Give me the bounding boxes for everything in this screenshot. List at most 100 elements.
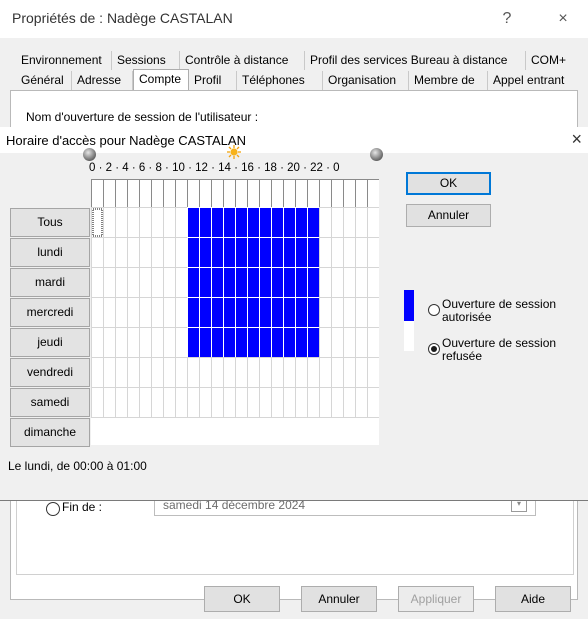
dialog-close-button[interactable]: ×	[571, 129, 582, 150]
hour-cell-vendredi-10[interactable]	[211, 327, 224, 358]
hour-cell-vendredi-20[interactable]	[331, 327, 344, 358]
hour-cell-jeudi-9[interactable]	[199, 297, 212, 328]
hour-cell-mardi-0[interactable]	[91, 237, 104, 268]
tab-adresse[interactable]: Adresse	[72, 71, 133, 90]
hour-cell-lundi-1[interactable]	[103, 207, 116, 238]
hour-header-5[interactable]	[151, 179, 164, 208]
hour-cell-dimanche-21[interactable]	[343, 387, 356, 418]
hour-cell-mercredi-7[interactable]	[175, 267, 188, 298]
hour-header-0[interactable]	[91, 179, 104, 208]
hour-cell-lundi-8[interactable]	[187, 207, 200, 238]
hour-cell-samedi-10[interactable]	[211, 357, 224, 388]
hour-cell-jeudi-14[interactable]	[259, 297, 272, 328]
close-window-button[interactable]: ×	[548, 6, 578, 32]
tab-com-plus[interactable]: COM+	[526, 51, 576, 70]
hour-cell-mercredi-19[interactable]	[319, 267, 332, 298]
day-button-lundi[interactable]: lundi	[10, 238, 90, 267]
hour-cell-dimanche-15[interactable]	[271, 387, 284, 418]
hour-cell-vendredi-1[interactable]	[103, 327, 116, 358]
hour-cell-dimanche-12[interactable]	[235, 387, 248, 418]
hour-cell-samedi-18[interactable]	[307, 357, 320, 388]
dialog-cancel-button[interactable]: Annuler	[406, 204, 491, 227]
hour-cell-dimanche-9[interactable]	[199, 387, 212, 418]
hour-cell-jeudi-5[interactable]	[151, 297, 164, 328]
hour-cell-mardi-9[interactable]	[199, 237, 212, 268]
hour-cell-mardi-22[interactable]	[355, 237, 368, 268]
hour-cell-samedi-11[interactable]	[223, 357, 236, 388]
hour-header-13[interactable]	[247, 179, 260, 208]
permitted-radio[interactable]	[428, 304, 440, 316]
ok-button[interactable]: OK	[204, 586, 280, 612]
tab-profil-services-bureau[interactable]: Profil des services Bureau à distance	[305, 51, 526, 70]
hour-header-23[interactable]	[367, 179, 380, 208]
day-button-samedi[interactable]: samedi	[10, 388, 90, 417]
denied-radio[interactable]	[428, 343, 440, 355]
hour-cell-lundi-10[interactable]	[211, 207, 224, 238]
hour-cell-vendredi-15[interactable]	[271, 327, 284, 358]
hour-cell-mercredi-14[interactable]	[259, 267, 272, 298]
hour-cell-mercredi-22[interactable]	[355, 267, 368, 298]
hour-cell-vendredi-2[interactable]	[115, 327, 128, 358]
hour-cell-jeudi-6[interactable]	[163, 297, 176, 328]
hour-cell-jeudi-7[interactable]	[175, 297, 188, 328]
hour-cell-samedi-4[interactable]	[139, 357, 152, 388]
hour-cell-jeudi-0[interactable]	[91, 297, 104, 328]
hour-header-6[interactable]	[163, 179, 176, 208]
hour-cell-vendredi-17[interactable]	[295, 327, 308, 358]
hour-cell-vendredi-14[interactable]	[259, 327, 272, 358]
hour-cell-lundi-14[interactable]	[259, 207, 272, 238]
hour-cell-vendredi-0[interactable]	[91, 327, 104, 358]
dialog-ok-button[interactable]: OK	[406, 172, 491, 195]
tab-appel-entrant[interactable]: Appel entrant	[488, 71, 576, 90]
hour-header-22[interactable]	[355, 179, 368, 208]
hour-header-9[interactable]	[199, 179, 212, 208]
tab-compte[interactable]: Compte	[133, 69, 189, 91]
hour-cell-lundi-2[interactable]	[115, 207, 128, 238]
hour-cell-mercredi-0[interactable]	[91, 267, 104, 298]
hour-cell-mardi-8[interactable]	[187, 237, 200, 268]
hour-cell-samedi-1[interactable]	[103, 357, 116, 388]
hour-cell-dimanche-17[interactable]	[295, 387, 308, 418]
hour-cell-vendredi-22[interactable]	[355, 327, 368, 358]
day-button-mardi[interactable]: mardi	[10, 268, 90, 297]
hour-cell-samedi-9[interactable]	[199, 357, 212, 388]
hour-cell-mercredi-8[interactable]	[187, 267, 200, 298]
hour-header-4[interactable]	[139, 179, 152, 208]
hour-cell-mardi-14[interactable]	[259, 237, 272, 268]
hour-cell-mardi-12[interactable]	[235, 237, 248, 268]
hour-header-18[interactable]	[307, 179, 320, 208]
hour-header-20[interactable]	[331, 179, 344, 208]
hour-cell-jeudi-23[interactable]	[367, 297, 380, 328]
hour-cell-mardi-6[interactable]	[163, 237, 176, 268]
hour-cell-mardi-10[interactable]	[211, 237, 224, 268]
hour-cell-vendredi-18[interactable]	[307, 327, 320, 358]
hour-cell-samedi-20[interactable]	[331, 357, 344, 388]
hour-cell-vendredi-16[interactable]	[283, 327, 296, 358]
hour-cell-dimanche-0[interactable]	[91, 387, 104, 418]
hour-cell-mercredi-5[interactable]	[151, 267, 164, 298]
hour-header-15[interactable]	[271, 179, 284, 208]
hour-cell-lundi-11[interactable]	[223, 207, 236, 238]
hour-cell-mardi-15[interactable]	[271, 237, 284, 268]
hour-cell-lundi-16[interactable]	[283, 207, 296, 238]
select-all-button[interactable]: Tous	[10, 208, 90, 237]
hour-cell-dimanche-11[interactable]	[223, 387, 236, 418]
hour-cell-dimanche-10[interactable]	[211, 387, 224, 418]
hour-header-11[interactable]	[223, 179, 236, 208]
hour-cell-mercredi-13[interactable]	[247, 267, 260, 298]
hour-cell-samedi-8[interactable]	[187, 357, 200, 388]
hour-cell-vendredi-19[interactable]	[319, 327, 332, 358]
hour-cell-dimanche-1[interactable]	[103, 387, 116, 418]
hour-cell-jeudi-22[interactable]	[355, 297, 368, 328]
hour-cell-mercredi-23[interactable]	[367, 267, 380, 298]
hour-cell-dimanche-20[interactable]	[331, 387, 344, 418]
tab-general[interactable]: Général	[16, 71, 72, 90]
hour-cell-lundi-21[interactable]	[343, 207, 356, 238]
hour-cell-samedi-15[interactable]	[271, 357, 284, 388]
hour-cell-vendredi-8[interactable]	[187, 327, 200, 358]
hour-header-1[interactable]	[103, 179, 116, 208]
hour-cell-vendredi-9[interactable]	[199, 327, 212, 358]
hour-cell-vendredi-23[interactable]	[367, 327, 380, 358]
hour-cell-lundi-6[interactable]	[163, 207, 176, 238]
hour-cell-jeudi-13[interactable]	[247, 297, 260, 328]
